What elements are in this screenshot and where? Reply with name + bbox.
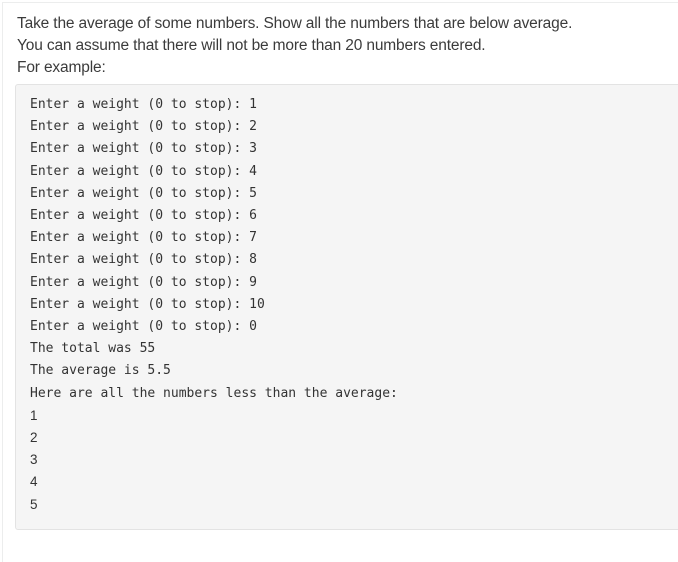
example-output-block: Enter a weight (0 to stop): 1 Enter a we… xyxy=(15,84,678,530)
example-output-line: Enter a weight (0 to stop): 7 xyxy=(30,230,257,246)
question-line-3: For example: xyxy=(17,59,106,76)
example-output-line: Enter a weight (0 to stop): 1 xyxy=(30,97,257,112)
example-output-line: Enter a weight (0 to stop): 5 xyxy=(30,185,257,201)
example-output-line: Enter a weight (0 to stop): 4 xyxy=(30,163,257,179)
example-output-line: Enter a weight (0 to stop): 3 xyxy=(30,141,257,157)
example-output-line: Enter a weight (0 to stop): 9 xyxy=(30,274,257,290)
example-output-line: Enter a weight (0 to stop): 8 xyxy=(30,252,257,268)
list-item: 5 xyxy=(30,496,38,512)
question-line-1: Take the average of some numbers. Show a… xyxy=(17,15,573,32)
list-item: 4 xyxy=(30,474,38,490)
example-output-below-average-heading: Here are all the numbers less than the a… xyxy=(30,385,398,401)
example-output-line: Enter a weight (0 to stop): 6 xyxy=(30,208,257,224)
example-output-line: Enter a weight (0 to stop): 2 xyxy=(30,119,257,135)
example-output-line: Enter a weight (0 to stop): 0 xyxy=(30,319,257,335)
list-item: 1 xyxy=(30,407,38,423)
example-output-line: Enter a weight (0 to stop): 10 xyxy=(30,296,265,312)
list-item: 2 xyxy=(30,430,38,446)
example-output-average: The average is 5.5 xyxy=(30,363,171,379)
question-description: Take the average of some numbers. Show a… xyxy=(3,3,678,79)
question-panel: Take the average of some numbers. Show a… xyxy=(2,2,678,562)
question-line-2: You can assume that there will not be mo… xyxy=(17,37,486,54)
example-output-total: The total was 55 xyxy=(30,341,156,357)
below-average-number-list: 1 2 3 4 5 xyxy=(30,405,678,516)
list-item: 3 xyxy=(30,452,38,468)
